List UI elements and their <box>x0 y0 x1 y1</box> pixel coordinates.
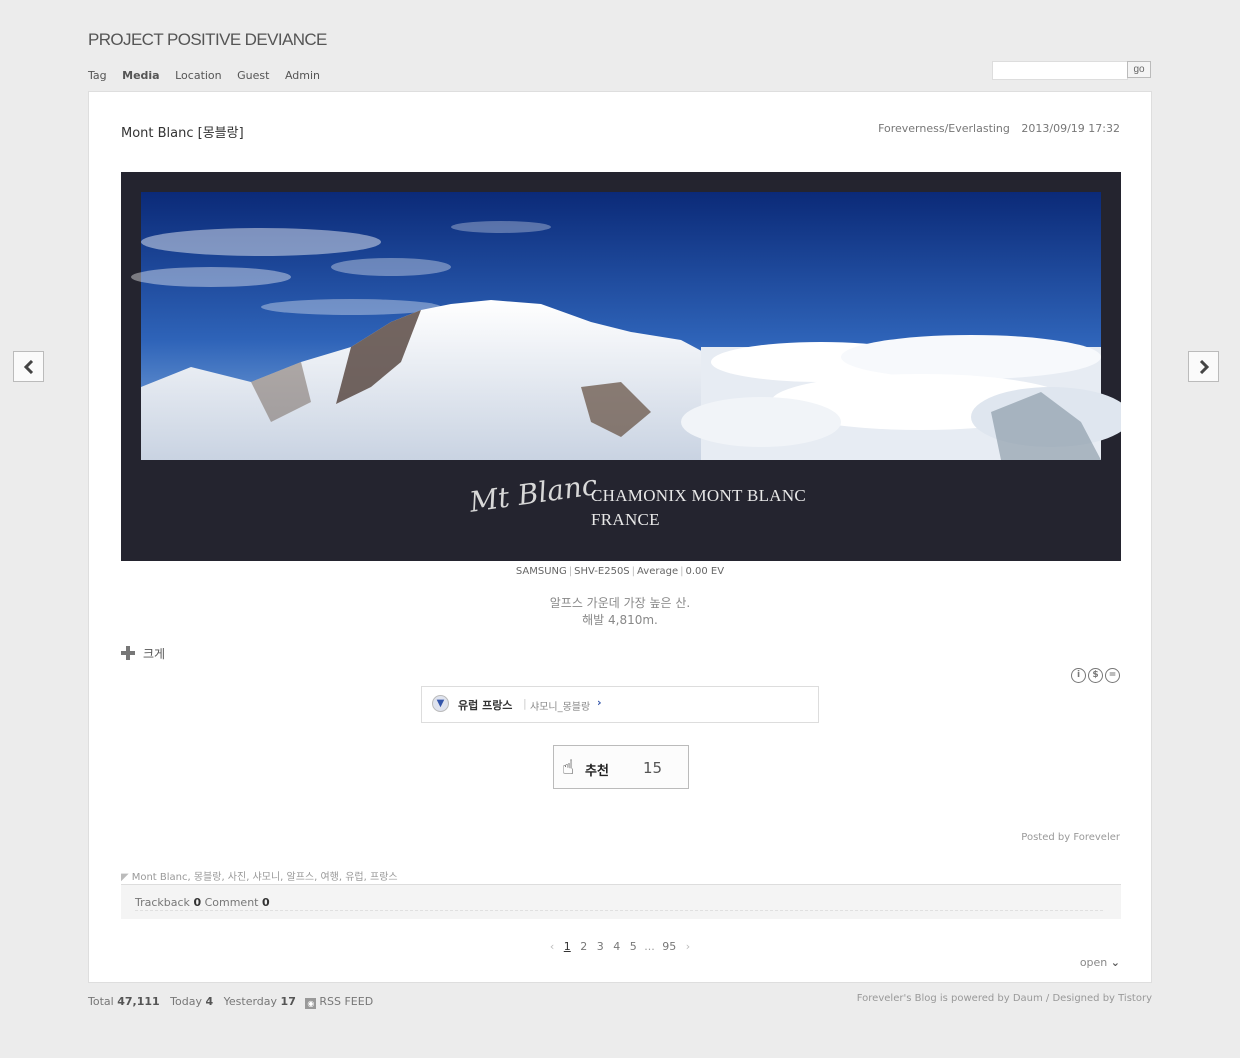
enlarge-label: 크게 <box>143 647 166 661</box>
page-3[interactable]: 3 <box>597 940 604 953</box>
post-description: 알프스 가운데 가장 높은 산. 해발 4,810m. <box>89 595 1151 629</box>
photo-caption-line1: CHAMONIX MONT BLANC <box>591 486 807 505</box>
page-1[interactable]: 1 <box>564 940 571 953</box>
chevron-left-icon <box>23 360 34 374</box>
trackback-count: 0 <box>193 896 202 909</box>
page-5[interactable]: 5 <box>630 940 637 953</box>
blog-title[interactable]: PROJECT POSITIVE DEVIANCE <box>88 30 327 50</box>
rss-feed-link[interactable]: RSS FEED <box>319 995 373 1008</box>
recommend-count: 15 <box>643 759 663 777</box>
description-line2: 해발 4,810m. <box>582 613 658 627</box>
location-sub: 샤모니_몽블랑 <box>530 702 591 713</box>
posted-by[interactable]: Posted by Foreveler <box>1021 832 1120 843</box>
hand-pointer-icon: ☝ <box>562 755 575 779</box>
exif-info: SAMSUNG | SHV-E250S | Average | 0.00 EV <box>515 566 725 577</box>
post-date: 2013/09/19 17:32 <box>1021 122 1120 135</box>
page-2[interactable]: 2 <box>580 940 587 953</box>
post-category[interactable]: Foreverness/Everlasting <box>878 122 1010 135</box>
chevron-right-small-icon: › <box>597 696 602 709</box>
post-panel: Mont Blanc [몽블랑] Foreverness/Everlasting… <box>88 91 1152 983</box>
open-label: open <box>1079 956 1108 969</box>
footer-credit[interactable]: Foreveler's Blog is powered by Daum / De… <box>857 993 1152 1004</box>
cc-nc-icon: $ <box>1088 668 1103 683</box>
location-main: 유럽 프랑스 <box>458 699 513 712</box>
nav-media[interactable]: Media <box>122 69 159 82</box>
pager-prev-icon[interactable]: ‹ <box>550 940 554 953</box>
nav-admin[interactable]: Admin <box>285 69 320 82</box>
pagination: ‹ 1 2 3 4 5 ... 95 › <box>89 940 1151 953</box>
tag-list: ◤ Mont Blanc, 몽블랑, 사진, 샤모니, 알프스, 여행, 유럽, … <box>121 868 398 883</box>
comment-count: 0 <box>262 896 270 909</box>
total-count: 47,111 <box>117 995 160 1008</box>
recommend-label: 추천 <box>585 764 609 779</box>
trackback-label: Trackback <box>135 896 190 909</box>
exif-ev: 0.00 EV <box>685 566 725 577</box>
footer-stats: Total 47,111 Today 4 Yesterday 17 ◉ RSS F… <box>88 995 373 1009</box>
open-toggle[interactable]: open ⌄ <box>1080 956 1120 969</box>
photo-caption: CHAMONIX MONT BLANC FRANCE <box>591 484 806 532</box>
comment-link[interactable]: Comment 0 <box>205 896 270 909</box>
nav-guest[interactable]: Guest <box>237 69 269 82</box>
pager-ellipsis: ... <box>644 940 655 953</box>
exif-metering: Average <box>637 566 679 577</box>
search-go-button[interactable]: go <box>1127 61 1151 78</box>
recommend-button[interactable]: ☝ 추천 15 <box>553 745 689 789</box>
description-line1: 알프스 가운데 가장 높은 산. <box>549 596 691 610</box>
nav-tag[interactable]: Tag <box>88 69 107 82</box>
location-pin-icon: ▼ <box>432 695 449 712</box>
photo-caption-line2: FRANCE <box>591 510 660 529</box>
post-meta: Foreverness/Everlasting 2013/09/19 17:32 <box>878 122 1120 135</box>
next-post-button[interactable] <box>1188 351 1219 382</box>
chevron-right-icon <box>1199 360 1210 374</box>
creative-commons-icons[interactable]: i $ = <box>1069 662 1120 683</box>
tags-text[interactable]: Mont Blanc, 몽블랑, 사진, 샤모니, 알프스, 여행, 유럽, 프… <box>132 872 398 883</box>
exif-model: SHV-E250S <box>574 566 630 577</box>
enlarge-button[interactable]: 크게 <box>121 645 165 662</box>
cc-by-icon: i <box>1071 668 1086 683</box>
trackback-link[interactable]: Trackback 0 <box>135 896 201 909</box>
plus-icon <box>121 646 135 660</box>
rss-icon: ◉ <box>305 998 317 1009</box>
chevron-down-icon: ⌄ <box>1110 956 1120 969</box>
prev-post-button[interactable] <box>13 351 44 382</box>
trackback-comment-bar: Trackback 0 Comment 0 <box>121 884 1121 919</box>
page-4[interactable]: 4 <box>613 940 620 953</box>
yesterday-count: 17 <box>280 995 296 1008</box>
post-title[interactable]: Mont Blanc [몽블랑] <box>121 122 244 141</box>
yesterday-label: Yesterday <box>223 995 278 1008</box>
top-nav: Tag Media Location Guest Admin <box>88 69 332 82</box>
dashed-divider <box>135 910 1103 911</box>
nav-location[interactable]: Location <box>175 69 222 82</box>
pager-next-icon[interactable]: › <box>686 940 690 953</box>
today-count: 4 <box>205 995 214 1008</box>
page-last[interactable]: 95 <box>662 940 676 953</box>
total-label: Total <box>88 995 114 1008</box>
mont-blanc-photo[interactable]: Mt Blanc CHAMONIX MONT BLANC FRANCE <box>121 172 1121 561</box>
location-separator: | <box>523 697 527 710</box>
search-input[interactable] <box>992 61 1128 80</box>
today-label: Today <box>170 995 202 1008</box>
exif-maker: SAMSUNG <box>515 566 567 577</box>
comment-label: Comment <box>204 896 259 909</box>
tag-icon: ◤ <box>121 872 129 883</box>
cc-nd-icon: = <box>1105 668 1120 683</box>
location-box[interactable]: ▼ 유럽 프랑스 | 샤모니_몽블랑 › <box>421 686 819 723</box>
